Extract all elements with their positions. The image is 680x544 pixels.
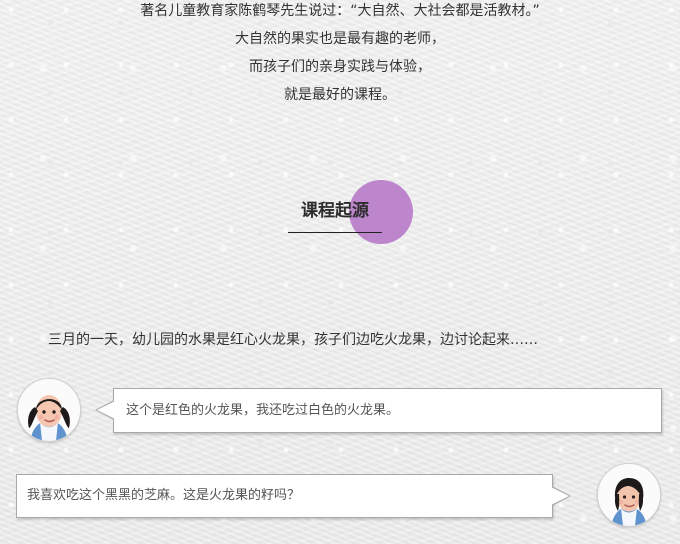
speech-bubble-right: 我喜欢吃这个黑黑的芝麻。这是火龙果的籽吗？ xyxy=(16,474,571,518)
section-title-underline xyxy=(288,232,382,233)
girl-short-hair-avatar-icon xyxy=(598,464,660,526)
intro-line-3: 而孩子们的亲身实践与体验， xyxy=(249,59,431,75)
speech-bubble-left-text: 这个是红色的火龙果，我还吃过白色的火龙果。 xyxy=(126,403,400,418)
story-paragraph: 三月的一天，幼儿园的水果是红心火龙果，孩子们边吃火龙果，边讨论起来…… xyxy=(48,332,538,348)
intro-line-2: 大自然的果实也是最有趣的老师， xyxy=(235,31,445,47)
intro-line-4: 就是最好的课程。 xyxy=(284,87,396,103)
intro-line-1: 著名儿童教育家陈鹤琴先生说过：“大自然、大社会都是活教材。” xyxy=(140,3,540,19)
child-avatar-right xyxy=(597,463,661,527)
paper-texture-background xyxy=(0,0,680,544)
child-avatar-left xyxy=(17,378,81,442)
section-header: 课程起源 xyxy=(288,179,418,244)
girl-pigtails-avatar-icon xyxy=(18,379,80,441)
section-title: 课程起源 xyxy=(301,201,369,221)
speech-bubble-left: 这个是红色的火龙果，我还吃过白色的火龙果。 xyxy=(95,388,662,433)
speech-bubble-right-text: 我喜欢吃这个黑黑的芝麻。这是火龙果的籽吗？ xyxy=(27,488,301,503)
